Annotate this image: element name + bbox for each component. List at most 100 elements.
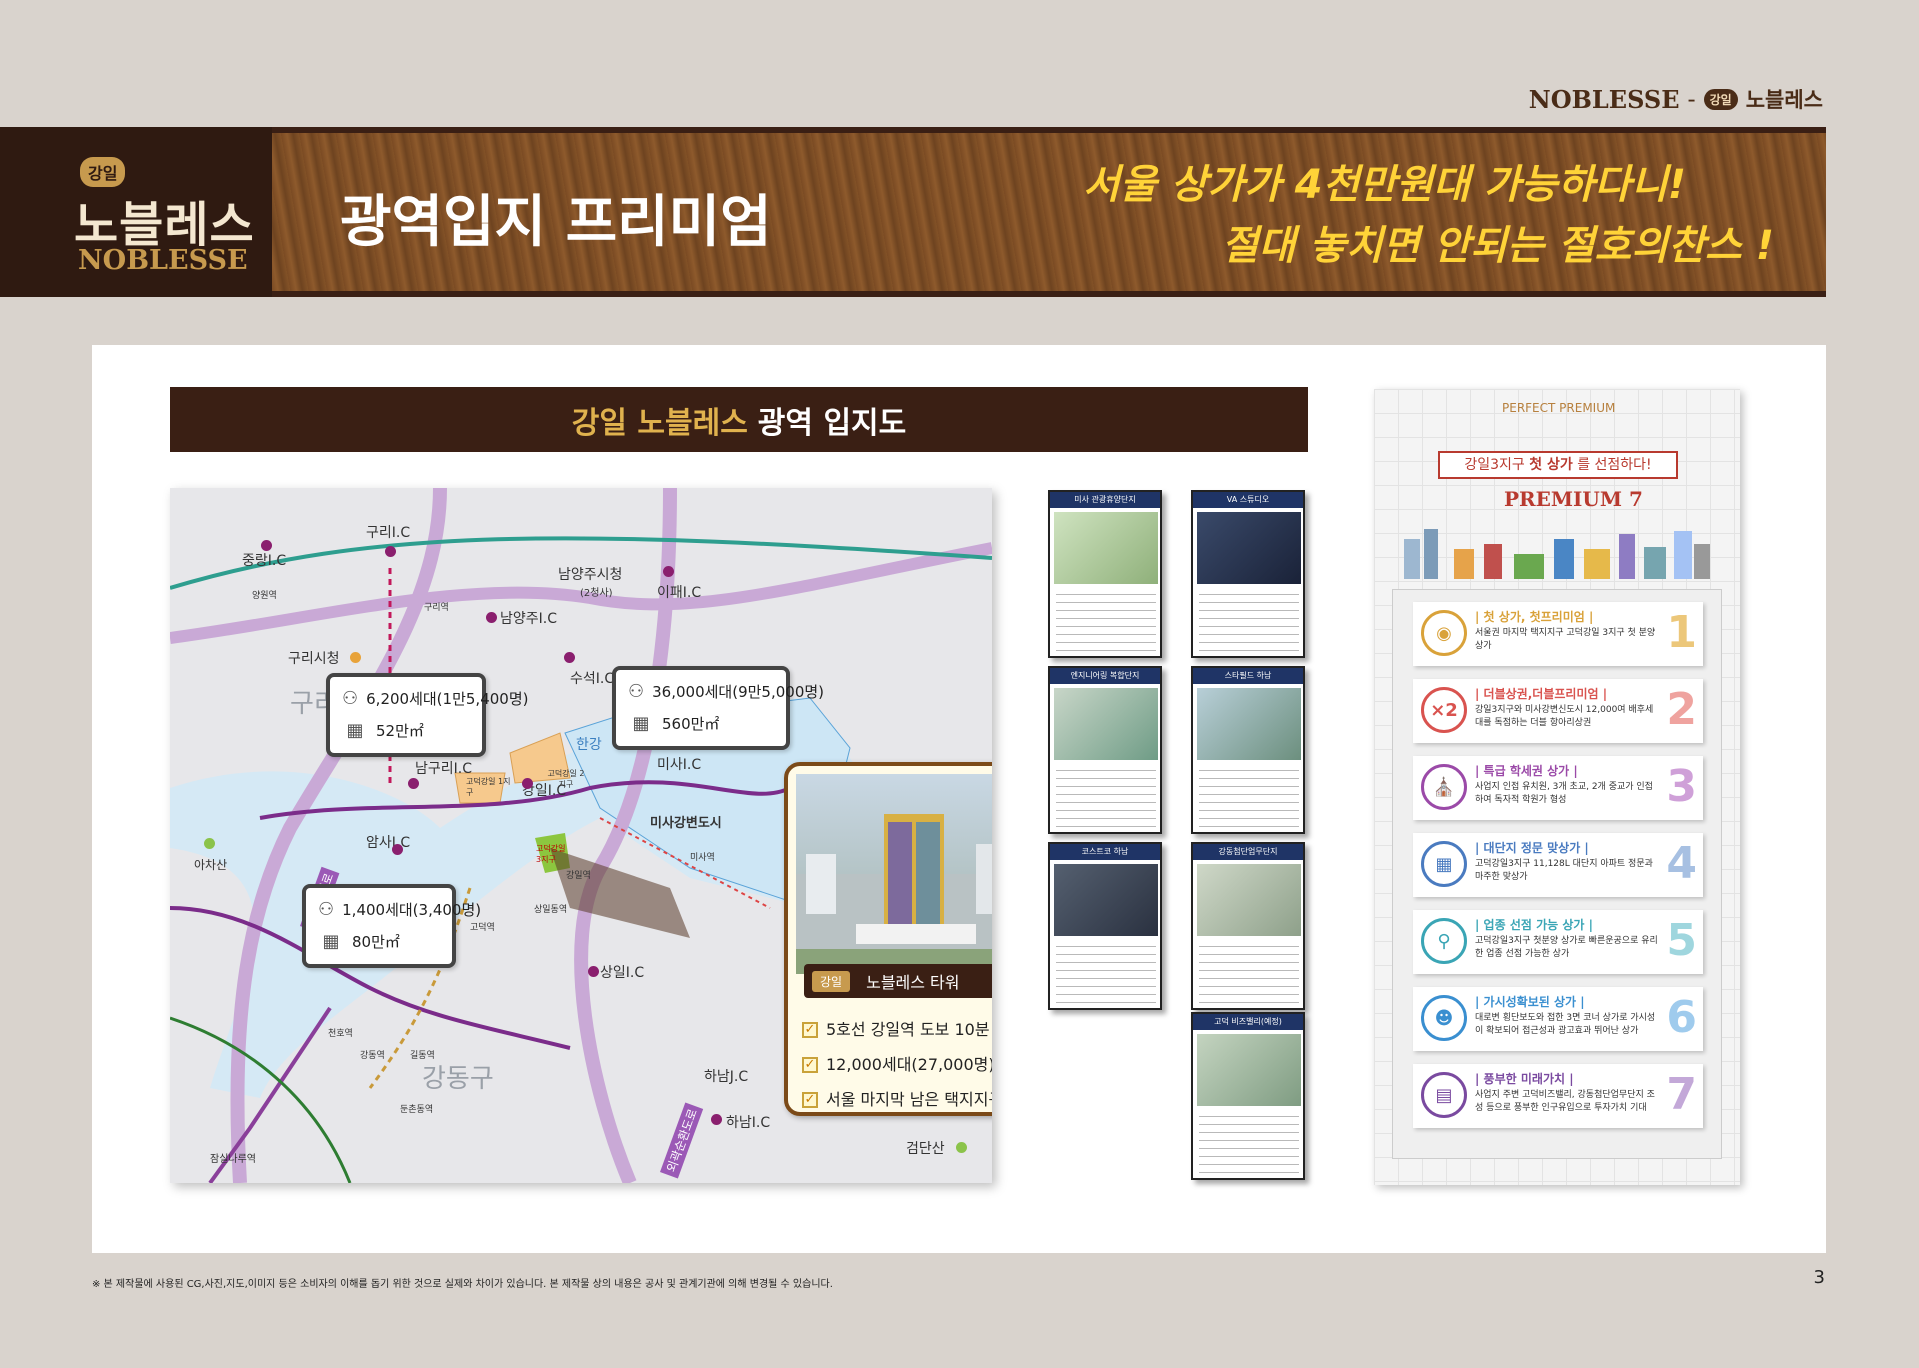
- premium-item: ☻ | 가시성확보된 상가 | 대로변 횡단보도와 접한 3면 코너 상가로 가…: [1413, 987, 1703, 1051]
- stat-callout-misa: ⚇ 36,000세대(9만5,000명) ▦ 560만㎡: [612, 666, 824, 750]
- label-gildong-station: 길동역: [410, 1051, 435, 1061]
- apartment-icon: ▦: [1421, 841, 1467, 887]
- pin-gangil-ic: [522, 778, 533, 789]
- tower-tag: 강일: [812, 970, 851, 992]
- people-icon: ⚇: [342, 688, 359, 709]
- stat-area: 52만㎡: [376, 722, 424, 740]
- premium-item-number: 5: [1666, 915, 1697, 966]
- logo-small-badge: 강일: [80, 157, 126, 187]
- brand-dash: -: [1687, 85, 1696, 113]
- premium-poster: PERFECT PREMIUM 강일3지구 첫 상가 를 선점하다! PREMI…: [1374, 389, 1740, 1185]
- building-icon: ▦: [322, 931, 340, 952]
- tower-point: ✓ 5호선 강일역 도보 10분 이내: [802, 1012, 992, 1047]
- premium-item-desc: 사업지 인접 유치원, 3개 초교, 2개 중교가 인접하여 독자적 학원가 형…: [1475, 782, 1653, 805]
- header-banner: 강일 노블레스 NOBLESSE 광역입지 프리미엄 서울 상가가 4천만원대 …: [0, 127, 1826, 297]
- pin-sangil-ic: [588, 966, 599, 977]
- brand-kr: 노블레스: [1745, 88, 1823, 112]
- section-heading: 강일 노블레스 광역 입지도: [170, 387, 1308, 452]
- label-sangil-ic: 상일I.C: [600, 965, 645, 981]
- people-icon: ⚇: [628, 681, 645, 702]
- tower-point-text: 12,000세대(27,000명): [826, 1055, 992, 1074]
- label-sangil-station: 상일동역: [534, 905, 568, 915]
- project-card-text: [1056, 766, 1156, 828]
- premium-item-number: 2: [1666, 684, 1697, 735]
- poster-title: 강일3지구 첫 상가 를 선점하다!: [1438, 451, 1678, 479]
- label-dunchon-station: 둔촌동역: [400, 1105, 434, 1115]
- pin-guri-office: [350, 652, 361, 663]
- project-card-title: 코스트코 하남: [1050, 844, 1160, 860]
- people-icon: ⚇: [318, 899, 335, 920]
- pin-ipae-ic: [663, 566, 674, 577]
- project-card-title: 스타필드 하남: [1193, 668, 1303, 684]
- tower-point: ✓ 서울 마지막 남은 택지지구: [802, 1082, 992, 1112]
- stat-households-row: ⚇ 6,200세대(1만5,400명): [342, 683, 528, 715]
- premium-item: ×2 | 더블상권,더블프리미엄 | 강일3지구와 미사강변신도시 12,000…: [1413, 679, 1703, 743]
- premium-item-title: | 풍부한 미래가치 |: [1475, 1072, 1574, 1086]
- label-namyangju-office-sub: (2청사): [580, 588, 613, 599]
- premium-item: ◉ | 첫 상가, 첫프리미엄 | 서울권 마지막 택지지구 고덕강일 3지구 …: [1413, 602, 1703, 666]
- premium-item-title: | 첫 상가, 첫프리미엄 |: [1475, 610, 1594, 624]
- label-amsa-ic: 암사I.C: [366, 835, 411, 851]
- footer-disclaimer: ※ 본 제작물에 사용된 CG,사진,지도,이미지 등은 소비자의 이해를 돕기…: [92, 1279, 833, 1290]
- project-card-text: [1199, 766, 1299, 828]
- checkmark-icon: ✓: [802, 1021, 818, 1038]
- project-card-text: [1056, 590, 1156, 652]
- tower-point-text: 5호선 강일역 도보 10분 이내: [826, 1020, 992, 1039]
- premium-item-title: | 대단지 정문 맞상가 |: [1475, 841, 1589, 855]
- tower-name: 노블레스 타워: [866, 973, 960, 992]
- pin-namguri-ic: [408, 778, 419, 789]
- label-sushik-ic: 수석I.C: [570, 671, 615, 687]
- stat-area: 80만㎡: [352, 933, 400, 951]
- building-icon: ▦: [632, 713, 650, 734]
- project-card: 고덕 비즈밸리(예정): [1191, 1012, 1305, 1180]
- label-guri-station: 구리역: [424, 603, 449, 613]
- stat-callout-guri: ⚇ 6,200세대(1만5,400명) ▦ 52만㎡: [326, 673, 528, 757]
- tower-point-list: ✓ 5호선 강일역 도보 10분 이내 ✓ 12,000세대(27,000명) ✓ 서…: [802, 1012, 992, 1112]
- label-namguri-ic: 남구리I.C: [415, 761, 472, 777]
- project-card: VA 스튜디오: [1191, 490, 1305, 658]
- project-card-image: [1054, 512, 1158, 584]
- label-jungnang-ic: 중랑I.C: [242, 553, 287, 569]
- project-card-image: [1197, 864, 1301, 936]
- building-icon: ▦: [346, 720, 364, 741]
- label-namyangju-office: 남양주시청: [558, 567, 623, 583]
- project-card-image: [1197, 688, 1301, 760]
- label-geomdansan: 검단산: [906, 1141, 945, 1157]
- stat-households: 6,200세대(1만5,400명): [366, 690, 529, 708]
- label-achasan: 아차산: [194, 858, 228, 872]
- premium-item-desc: 사업지 주변 고덕비즈밸리, 강동첨단업무단지 조성 등으로 풍부한 인구유입으…: [1475, 1090, 1655, 1113]
- premium-item-title: | 더블상권,더블프리미엄 |: [1475, 687, 1608, 701]
- stat-area: 560만㎡: [662, 715, 720, 733]
- label-misa-ic: 미사I.C: [657, 757, 702, 773]
- poster-header: PERFECT PREMIUM: [1502, 401, 1616, 415]
- section-heading-gold: 강일 노블레스: [571, 405, 748, 441]
- city-skyline-icon: [1404, 529, 1710, 579]
- section-heading-white: 광역 입지도: [757, 405, 907, 441]
- premium-item-number: 1: [1666, 607, 1697, 658]
- label-zone-2: 고덕강일 2지구: [547, 769, 585, 789]
- project-card-image: [1054, 688, 1158, 760]
- stat-households: 1,400세대(3,400명): [342, 901, 482, 919]
- premium-item-title: | 가시성확보된 상가 |: [1475, 995, 1585, 1009]
- pin-amsa-ic: [392, 844, 403, 855]
- stat-households-row: ⚇ 1,400세대(3,400명): [318, 894, 481, 926]
- stat-households: 36,000세대(9만5,000명): [652, 683, 825, 701]
- brand-en: NOBLESSE: [1528, 84, 1680, 114]
- project-card-text: [1056, 942, 1156, 1004]
- pin-achasan: [204, 838, 215, 849]
- premium-item-number: 4: [1666, 838, 1697, 889]
- project-card-text: [1199, 1112, 1299, 1174]
- project-card-title: 고덕 비즈밸리(예정): [1193, 1014, 1303, 1030]
- project-card-image: [1197, 512, 1301, 584]
- banner-logo-panel: 강일 노블레스 NOBLESSE: [0, 127, 272, 297]
- pin-sushik-ic: [564, 652, 575, 663]
- checkmark-icon: ✓: [802, 1056, 818, 1073]
- project-card-text: [1199, 590, 1299, 652]
- slogan-line-2: 절대 놓치면 안되는 절호의찬스 !: [1221, 223, 1774, 269]
- person-icon: ☻: [1421, 995, 1467, 1041]
- label-guri-office: 구리시청: [288, 651, 340, 667]
- premium-item-desc: 고덕강일3지구 첫분양 상가로 빠른운공으로 유리한 업종 선점 가능한 상가: [1475, 936, 1658, 959]
- pin-guri-ic: [385, 546, 396, 557]
- poster-title-post: 를 선점하다!: [1577, 457, 1652, 473]
- page-title: 광역입지 프리미엄: [340, 190, 772, 255]
